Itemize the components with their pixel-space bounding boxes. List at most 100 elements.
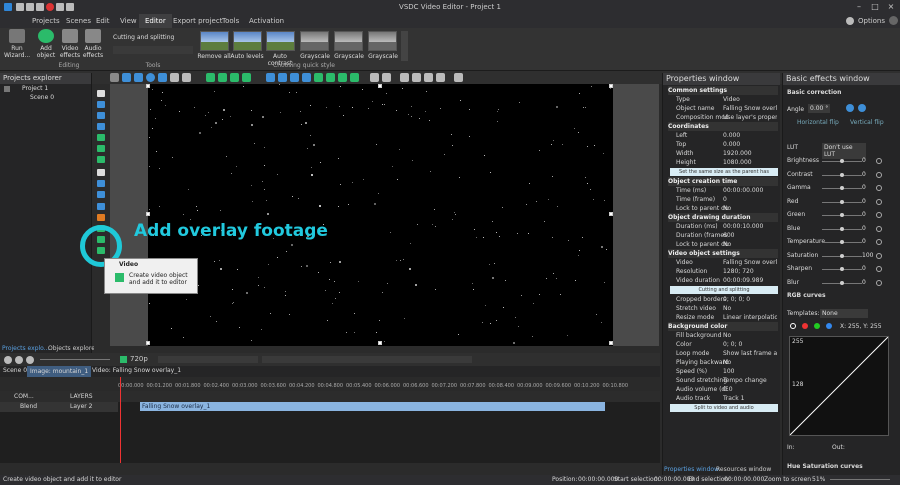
chart-tool-icon[interactable] [97,203,105,210]
lut-select[interactable]: Don't use LUT [822,143,866,159]
property-value[interactable]: 1080.000 [723,158,777,167]
property-value[interactable]: Falling Snow overla [723,258,777,267]
run-wizard-button[interactable]: Run Wizard... [4,29,30,59]
property-row[interactable]: Height 1080.000 [668,158,778,167]
close-icon[interactable]: × [884,0,898,14]
property-value[interactable]: 100 [723,367,777,376]
property-value[interactable]: 0; 0; 0; 0 [723,295,777,304]
property-value[interactable]: No [723,331,777,340]
reset-icon[interactable] [876,239,882,245]
arrow-icon[interactable] [314,73,323,82]
tree-project[interactable]: Project 1 [22,85,48,92]
tab-video[interactable]: Video: Falling Snow overlay_1 [92,367,181,374]
property-value[interactable]: Falling Snow overlay_ [723,104,777,113]
group-icon[interactable] [370,73,379,82]
property-row[interactable]: Sound stretching mTempo change [668,376,778,385]
zoom-slider[interactable] [40,359,110,360]
property-value[interactable]: 600 [723,231,777,240]
timeline-tools[interactable] [262,356,472,363]
cutting-splitting-button[interactable]: Cutting and splitting [113,34,174,41]
align-icon[interactable] [218,73,227,82]
video-canvas[interactable] [148,84,613,346]
align-icon[interactable] [230,73,239,82]
property-section[interactable]: Object creation time [668,177,778,186]
blend-label[interactable]: Blend [20,403,37,410]
rotate-icon[interactable] [846,104,854,112]
slider-knob[interactable] [840,226,844,231]
shape-tool-icon[interactable] [97,145,105,152]
tree-scene[interactable]: Scene 0 [30,94,54,101]
menu-tools[interactable]: Tools [216,14,245,28]
resize-handle[interactable] [378,341,382,345]
property-section[interactable]: Object drawing duration [668,213,778,222]
arrow-icon[interactable] [338,73,347,82]
property-row[interactable]: Playing backwards No [668,358,778,367]
property-row[interactable]: Stretch video No [668,304,778,313]
property-section[interactable]: Common settings [668,86,778,95]
property-row[interactable]: Resize mode Linear interpolation [668,313,778,322]
property-row[interactable]: Resolution 1280; 720 [668,267,778,276]
quick-style-grayscale-2[interactable] [334,31,363,51]
group-icon[interactable] [382,73,391,82]
property-value[interactable]: 0; 0; 0 [723,340,777,349]
reset-icon[interactable] [876,171,882,178]
audio-effects-button[interactable]: Audio effects [82,29,104,59]
property-row[interactable]: Width 1920.000 [668,149,778,158]
pointer-icon[interactable] [97,90,105,97]
options-button[interactable]: Options [858,14,885,28]
property-row[interactable]: Fill background No [668,331,778,340]
reset-icon[interactable] [876,198,882,205]
channel-white[interactable] [790,323,796,329]
slider-knob[interactable] [840,159,844,163]
property-value[interactable]: Use layer's properties [723,113,777,122]
help-icon[interactable] [889,16,898,25]
toolbar-icon[interactable] [134,73,143,82]
shape-tool-icon[interactable] [97,123,105,130]
resize-handle[interactable] [378,84,382,88]
tab-properties-window[interactable]: Properties window [664,466,719,473]
property-row[interactable]: Lock to parent du No [668,204,778,213]
property-section[interactable]: Background color [668,322,778,331]
channel-blue[interactable] [826,323,832,329]
property-value[interactable]: 0.000 [723,131,777,140]
layout-icon[interactable] [302,73,311,82]
arrow-icon[interactable] [326,73,335,82]
grid-icon[interactable] [412,73,421,82]
toolbar-icon[interactable] [110,73,119,82]
property-value[interactable]: No [723,240,777,249]
property-row[interactable]: Cropped borders 0; 0; 0; 0 [668,295,778,304]
align-icon[interactable] [206,73,215,82]
grid-icon[interactable] [400,73,409,82]
reset-icon[interactable] [876,158,882,164]
tab-resources-window[interactable]: Resources window [716,466,771,473]
tab-objects-explorer[interactable]: Objects explorer [48,345,97,352]
slider-knob[interactable] [840,267,844,271]
slider-knob[interactable] [840,213,844,217]
property-value[interactable]: No [723,358,777,367]
tab-scene[interactable]: Scene 0 [3,367,27,374]
reset-icon[interactable] [876,185,882,191]
quick-style-auto-contrast[interactable] [266,31,295,51]
tab-projects-explorer[interactable]: Projects explo... [2,345,49,352]
quick-style-auto-levels[interactable] [233,31,262,51]
property-value[interactable]: Tempo change [723,376,777,385]
property-row[interactable]: Time (ms) 00:00:00.000 [668,186,778,195]
resize-handle[interactable] [146,341,150,345]
undo-icon[interactable] [170,73,179,82]
resize-handle[interactable] [146,212,150,216]
channel-green[interactable] [814,323,820,329]
property-section[interactable]: Coordinates [668,122,778,131]
property-value[interactable]: Track 1 [723,394,777,403]
channel-red[interactable] [802,323,808,329]
reset-icon[interactable] [876,212,882,218]
slider-knob[interactable] [840,253,844,258]
property-row[interactable]: Color 0; 0; 0 [668,340,778,349]
grid-icon[interactable] [436,73,445,82]
property-row[interactable]: Lock to parent du No [668,240,778,249]
templates-select[interactable]: None [820,309,868,318]
playback-buttons[interactable] [158,356,258,363]
property-value[interactable]: Linear interpolation [723,313,777,322]
shape-tool-icon[interactable] [97,134,105,141]
quick-style-grayscale-1[interactable] [300,31,329,51]
property-button[interactable]: Cutting and splitting [670,286,778,294]
